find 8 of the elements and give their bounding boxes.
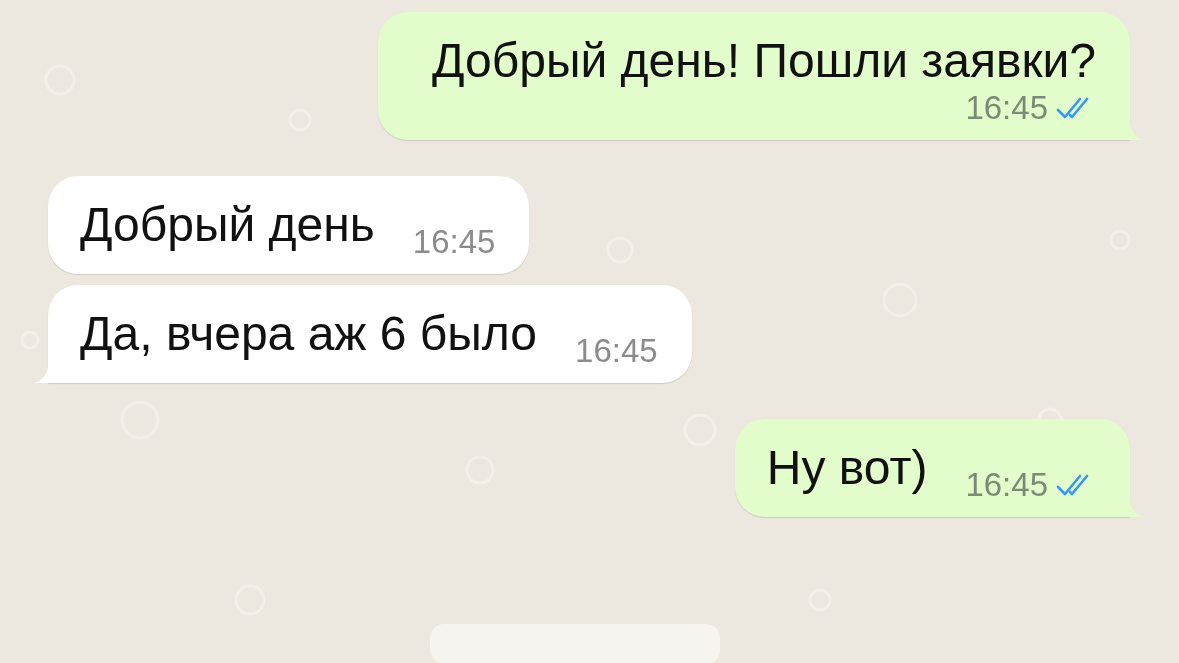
message-time: 16:45 (965, 89, 1048, 127)
message-time: 16:45 (965, 466, 1048, 504)
message-text: Добрый день (80, 197, 375, 253)
message-text: Да, вчера аж 6 было (80, 306, 538, 362)
message-time: 16:45 (412, 223, 496, 261)
message-time: 16:45 (575, 332, 658, 370)
message-text: Ну вот) (766, 440, 928, 496)
message-text: Добрый день! Пошли заявки? (431, 33, 1096, 89)
